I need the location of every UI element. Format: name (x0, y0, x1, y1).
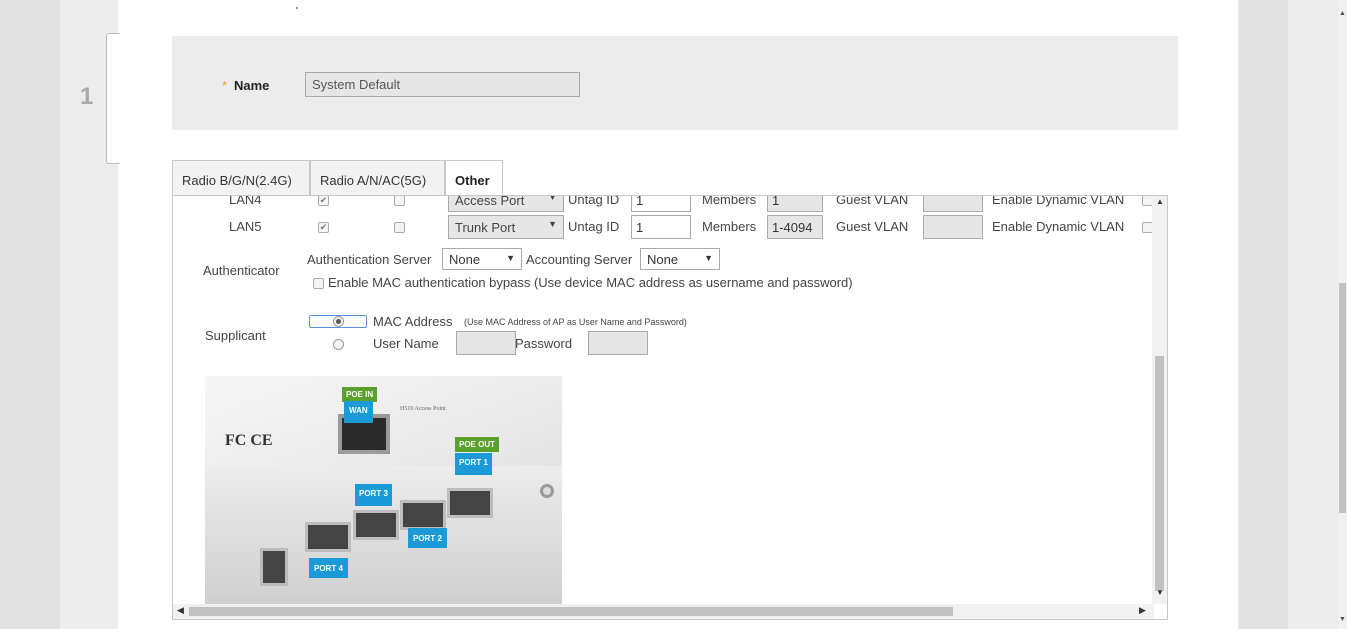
port-4 (305, 522, 351, 552)
members-input[interactable]: 1-4094 (767, 215, 823, 239)
tab-radio-2-4g[interactable]: Radio B/G/N(2.4G) (172, 160, 310, 196)
lan-row: LAN4 ✔ Access Port ▼ Untag ID 1 Members 1… (173, 195, 1153, 212)
scroll-right-icon[interactable]: ▶ (1139, 605, 1146, 616)
page-scrollbar[interactable]: ▲ ▼ (1338, 0, 1347, 629)
guest-vlan-label: Guest VLAN (836, 195, 909, 207)
lan-enable-checkbox[interactable]: ✔ (318, 196, 329, 206)
lan-enable-checkbox[interactable]: ✔ (318, 222, 329, 233)
right-margin (1238, 0, 1288, 629)
page-scroll-thumb[interactable] (1339, 283, 1346, 513)
usb-port (260, 548, 288, 586)
authenticator-label: Authenticator (203, 263, 280, 278)
mac-bypass-checkbox[interactable] (313, 278, 324, 289)
port-2 (400, 500, 446, 530)
scroll-up-icon[interactable]: ▲ (1156, 197, 1164, 206)
content-hscroll-thumb[interactable] (189, 607, 953, 616)
divider-dot (296, 7, 298, 9)
certification-logos: FC CE (225, 432, 273, 449)
members-label: Members (702, 195, 757, 207)
step-number: 1 (80, 83, 94, 110)
acct-server-label: Accounting Server (526, 252, 633, 267)
scroll-down-icon[interactable]: ▼ (1339, 616, 1346, 623)
mac-address-radio[interactable] (333, 316, 344, 327)
required-marker: * (222, 78, 228, 93)
poe-in-tag: POE IN (342, 387, 378, 402)
port-type-select[interactable]: Access Port ▼ (448, 195, 564, 212)
device-label-text: H510 Access Point (400, 406, 446, 412)
untag-id-label: Untag ID (568, 195, 620, 207)
acct-server-value: None (647, 252, 679, 267)
other-tab-content: LAN4 ✔ Access Port ▼ Untag ID 1 Members 1… (172, 195, 1168, 620)
port1-tag: PORT 1 (455, 453, 492, 475)
password-label: Password (515, 336, 573, 351)
content-scroll-thumb[interactable] (1155, 356, 1164, 591)
mac-bypass-label: Enable MAC authentication bypass (Use de… (328, 275, 853, 290)
port4-tag: PORT 4 (309, 558, 348, 578)
user-name-input[interactable] (456, 331, 516, 355)
scroll-down-icon[interactable]: ▼ (1156, 588, 1164, 597)
port-3 (353, 510, 399, 540)
step-indicator (106, 33, 120, 164)
auth-server-value: None (449, 252, 481, 267)
lan-row: LAN5 ✔ Trunk Port ▼ Untag ID 1 Members 1-… (173, 215, 1153, 239)
lan-secondary-checkbox[interactable] (394, 222, 405, 233)
right-margin-2 (1288, 0, 1338, 629)
name-label: Name (234, 78, 270, 93)
port-type-select[interactable]: Trunk Port ▼ (448, 215, 564, 239)
members-label: Members (702, 219, 757, 234)
poe-out-tag: POE OUT (455, 437, 500, 452)
left-margin (0, 0, 60, 629)
scroll-left-icon[interactable]: ◀ (177, 605, 184, 616)
scroll-up-icon[interactable]: ▲ (1339, 10, 1346, 17)
content-horizontal-scrollbar[interactable]: ◀ ▶ (173, 604, 1154, 619)
ap-port-diagram-image: FC CE H510 Access Point POE IN WAN POE O… (205, 376, 562, 606)
port-type-value: Trunk Port (455, 220, 516, 235)
caret-down-icon: ▼ (548, 219, 557, 229)
auth-server-label: Authentication Server (307, 252, 432, 267)
tab-other[interactable]: Other (445, 160, 503, 197)
user-name-radio[interactable] (333, 339, 344, 350)
tab-radio-5g[interactable]: Radio A/N/AC(5G) (310, 160, 445, 196)
members-input[interactable]: 1 (767, 196, 823, 212)
untag-id-label: Untag ID (568, 219, 620, 234)
password-input[interactable] (588, 331, 648, 355)
supplicant-label: Supplicant (205, 328, 266, 343)
wan-tag: WAN (344, 401, 373, 423)
mount-hole (540, 484, 554, 498)
guest-vlan-label: Guest VLAN (836, 219, 909, 234)
lan-name: LAN5 (229, 219, 262, 234)
untag-id-input[interactable]: 1 (631, 196, 691, 212)
caret-down-icon: ▼ (506, 253, 515, 263)
mac-address-label: MAC Address (373, 314, 453, 329)
guest-vlan-input[interactable] (923, 215, 983, 239)
untag-id-input[interactable]: 1 (631, 215, 691, 239)
lan-name: LAN4 (229, 195, 262, 207)
mac-address-hint: (Use MAC Address of AP as User Name and … (464, 317, 687, 327)
lan-secondary-checkbox[interactable] (394, 196, 405, 206)
acct-server-select[interactable]: None ▼ (640, 248, 720, 270)
auth-server-select[interactable]: None ▼ (442, 248, 522, 270)
caret-down-icon: ▼ (548, 195, 557, 202)
port-1 (447, 488, 493, 518)
port2-tag: PORT 2 (408, 528, 447, 548)
dynamic-vlan-label: Enable Dynamic VLAN (992, 219, 1125, 234)
dynamic-vlan-label: Enable Dynamic VLAN (992, 195, 1125, 207)
port-type-value: Access Port (455, 195, 525, 208)
name-input[interactable]: System Default (305, 72, 580, 97)
content-vertical-scrollbar[interactable]: ▲ ▼ (1152, 196, 1167, 604)
user-name-label: User Name (373, 336, 439, 351)
port3-tag: PORT 3 (355, 484, 392, 506)
caret-down-icon: ▼ (704, 253, 713, 263)
guest-vlan-input[interactable] (923, 196, 983, 212)
